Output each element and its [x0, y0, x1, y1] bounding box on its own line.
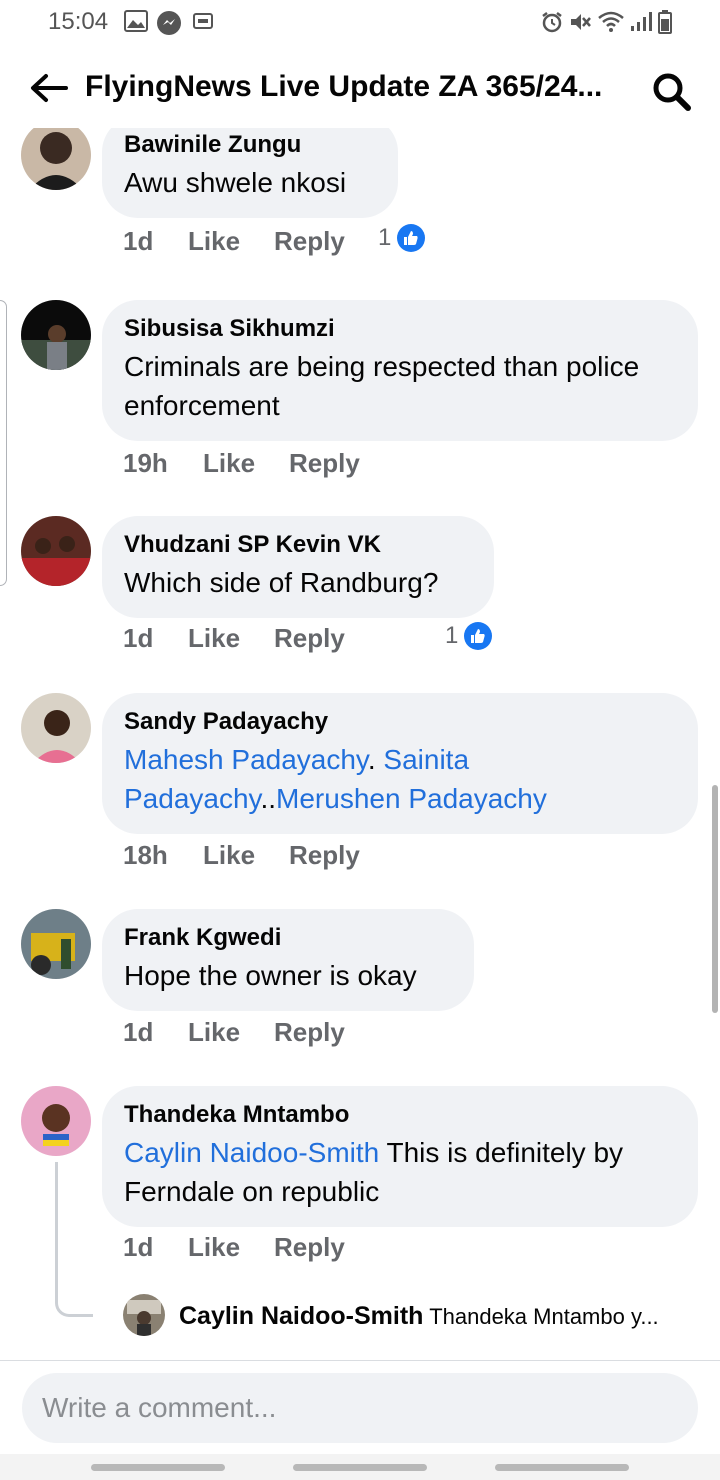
- reaction-count[interactable]: 1: [378, 224, 426, 252]
- comment-time: 19h: [123, 448, 168, 478]
- comment-time: 1d: [123, 226, 154, 256]
- comment-bubble[interactable]: Sandy Padayachy Mahesh Padayachy. Sainit…: [102, 693, 698, 834]
- avatar[interactable]: [21, 909, 91, 979]
- comment-bubble[interactable]: Sibusisa Sikhumzi Criminals are being re…: [102, 300, 698, 441]
- reply-preview[interactable]: Caylin Naidoo-Smith Thandeka Mntambo y..…: [123, 1294, 720, 1338]
- signal-icon: [630, 10, 652, 37]
- reply-button[interactable]: Reply: [274, 1232, 345, 1263]
- header: FlyingNews Live Update ZA 365/24...: [0, 52, 720, 128]
- recent-apps-button[interactable]: [91, 1464, 225, 1471]
- like-button[interactable]: Like: [188, 623, 240, 654]
- avatar[interactable]: [21, 516, 91, 586]
- comment-text-segment: Criminals are being respected than polic…: [124, 351, 640, 421]
- page-title: FlyingNews Live Update ZA 365/24...: [85, 70, 603, 103]
- alarm-icon: [540, 10, 564, 39]
- comment-author[interactable]: Sandy Padayachy: [124, 707, 676, 737]
- like-button[interactable]: Like: [188, 1017, 240, 1048]
- home-button[interactable]: [293, 1464, 427, 1471]
- comment-text-segment: Hope the owner is okay: [124, 960, 417, 991]
- side-panel-edge: [0, 300, 7, 586]
- avatar[interactable]: [21, 693, 91, 763]
- comment-bubble[interactable]: Bawinile Zungu Awu shwele nkosi: [102, 128, 398, 218]
- like-thumb-icon: [464, 622, 493, 650]
- comment-text-segment: Awu shwele nkosi: [124, 167, 347, 198]
- comment-text: Awu shwele nkosi: [124, 163, 376, 202]
- comment-text: Which side of Randburg?: [124, 563, 472, 602]
- comment-time: 18h: [123, 840, 168, 870]
- comment-composer: [0, 1360, 720, 1454]
- avatar[interactable]: [21, 300, 91, 370]
- comment-text-segment: Which side of Randburg?: [124, 567, 439, 598]
- reaction-count-text: 1: [445, 622, 459, 649]
- like-button[interactable]: Like: [188, 226, 240, 257]
- scrollbar[interactable]: [712, 785, 718, 1013]
- comment-text-segment: .: [367, 744, 384, 775]
- back-nav-button[interactable]: [495, 1464, 629, 1471]
- comment-time: 1d: [123, 623, 154, 653]
- status-bar: 15:04: [0, 0, 720, 44]
- reply-snippet: Thandeka Mntambo y...: [429, 1304, 659, 1329]
- system-nav-bar: [0, 1454, 720, 1480]
- like-button[interactable]: Like: [188, 1232, 240, 1263]
- image-icon: [124, 10, 148, 37]
- reply-preview-text: Caylin Naidoo-Smith Thandeka Mntambo y..…: [179, 1302, 720, 1331]
- reply-button[interactable]: Reply: [274, 226, 345, 257]
- avatar[interactable]: [21, 1086, 91, 1156]
- comment-time: 1d: [123, 1232, 154, 1262]
- comment-text: Hope the owner is okay: [124, 956, 452, 995]
- like-thumb-icon: [397, 224, 426, 252]
- comment-bubble[interactable]: Thandeka Mntambo Caylin Naidoo-Smith Thi…: [102, 1086, 698, 1227]
- reply-button[interactable]: Reply: [289, 448, 360, 479]
- mention-link[interactable]: Merushen Padayachy: [276, 783, 547, 814]
- mention-link[interactable]: Caylin Naidoo-Smith: [124, 1137, 379, 1168]
- mention-link[interactable]: Mahesh Padayachy: [124, 744, 368, 775]
- avatar[interactable]: [21, 128, 91, 190]
- reaction-count-text: 1: [378, 224, 392, 251]
- reply-button[interactable]: Reply: [274, 623, 345, 654]
- search-icon: [653, 73, 691, 111]
- avatar[interactable]: [123, 1294, 165, 1336]
- reply-button[interactable]: Reply: [274, 1017, 345, 1048]
- mute-icon: [568, 10, 592, 39]
- reply-author[interactable]: Caylin Naidoo-Smith: [179, 1302, 423, 1330]
- comment-text: Caylin Naidoo-Smith This is definitely b…: [124, 1133, 676, 1211]
- reaction-count[interactable]: 1: [445, 622, 493, 650]
- comment-author[interactable]: Sibusisa Sikhumzi: [124, 314, 676, 344]
- comment-author[interactable]: Thandeka Mntambo: [124, 1100, 676, 1130]
- wifi-icon: [597, 10, 625, 39]
- comment-text-segment: ..: [260, 783, 277, 814]
- comment-text: Criminals are being respected than polic…: [124, 347, 676, 425]
- reply-button[interactable]: Reply: [289, 840, 360, 871]
- like-button[interactable]: Like: [203, 840, 255, 871]
- like-button[interactable]: Like: [203, 448, 255, 479]
- messenger-icon: [156, 10, 182, 41]
- back-button[interactable]: [24, 66, 72, 114]
- comment-author[interactable]: Frank Kgwedi: [124, 923, 452, 953]
- status-time: 15:04: [48, 8, 109, 35]
- cast-icon: [192, 10, 214, 37]
- comment-list: Bawinile Zungu Awu shwele nkosi 1d Like …: [0, 128, 720, 1358]
- comment-input[interactable]: [22, 1373, 698, 1443]
- search-button[interactable]: [648, 68, 696, 116]
- back-arrow-icon: [31, 74, 68, 102]
- comment-time: 1d: [123, 1017, 154, 1047]
- thread-connector: [55, 1162, 93, 1317]
- comment-text: Mahesh Padayachy. Sainita Padayachy..Mer…: [124, 740, 676, 818]
- comment-bubble[interactable]: Vhudzani SP Kevin VK Which side of Randb…: [102, 516, 494, 618]
- comment-author[interactable]: Vhudzani SP Kevin VK: [124, 530, 472, 560]
- comment-author[interactable]: Bawinile Zungu: [124, 130, 376, 160]
- battery-icon: [658, 10, 672, 39]
- comment-bubble[interactable]: Frank Kgwedi Hope the owner is okay: [102, 909, 474, 1011]
